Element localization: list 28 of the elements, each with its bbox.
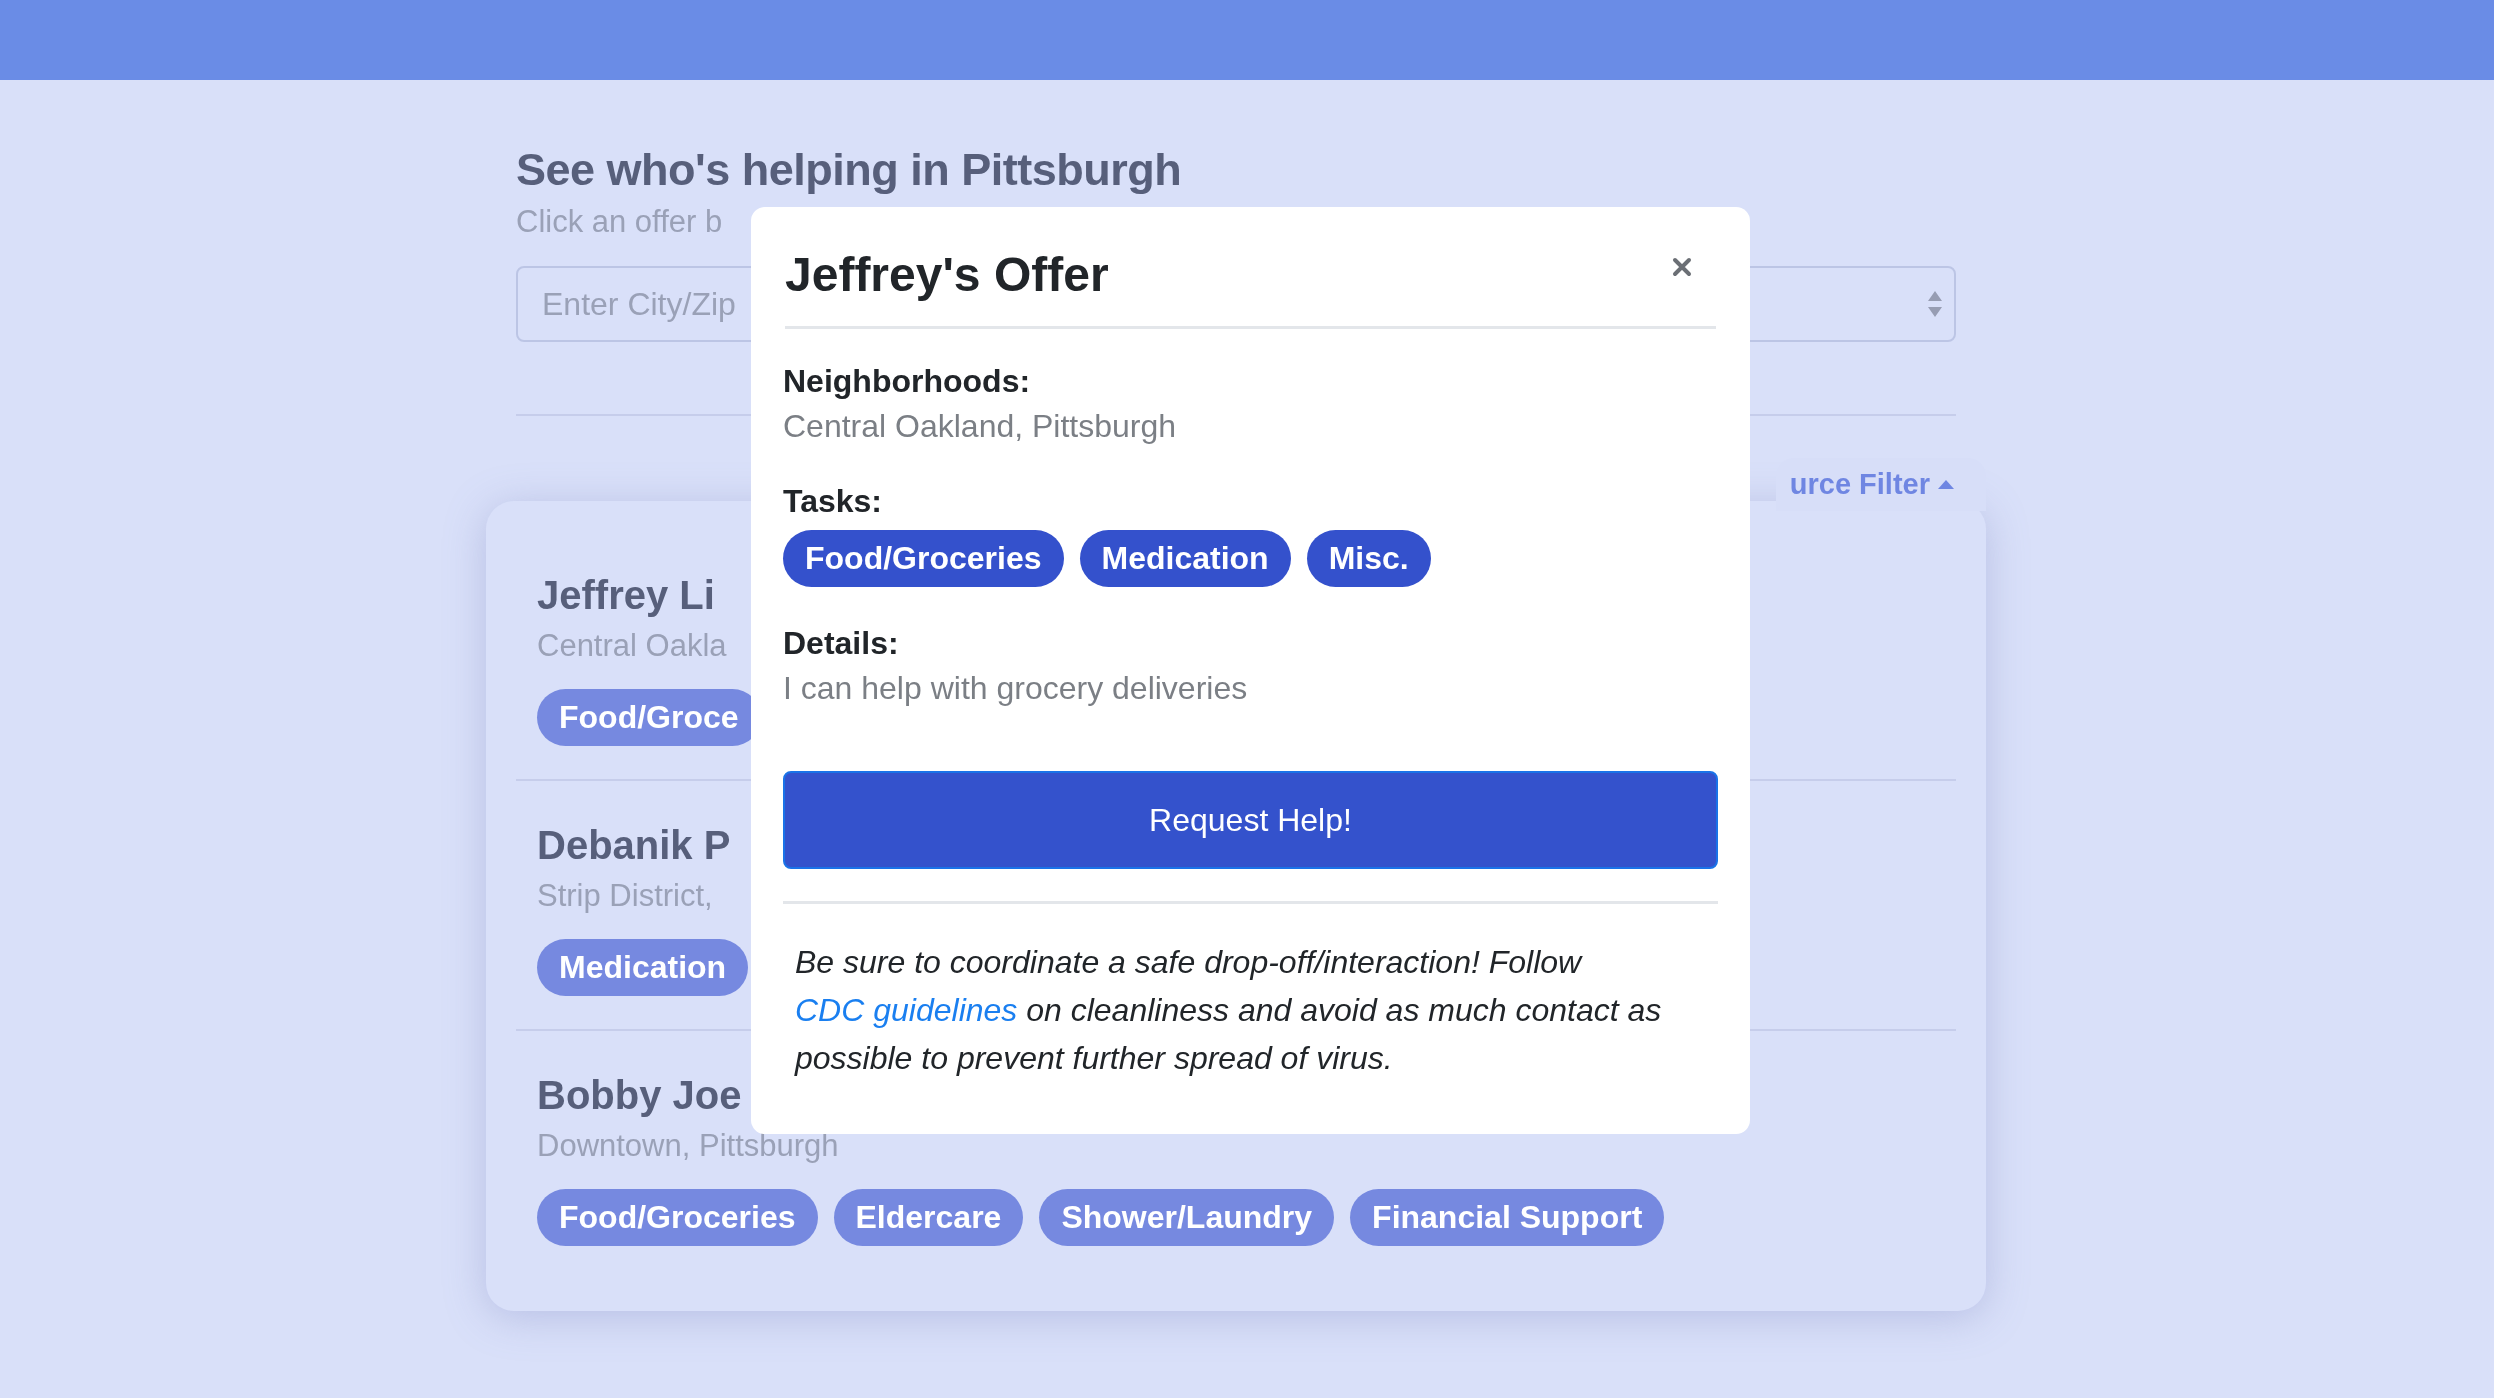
- field-label: Tasks:: [783, 483, 883, 520]
- field-label: Details:: [783, 625, 900, 662]
- offer-location: Central Oakla: [537, 628, 727, 664]
- field-label: Neighborhoods:: [783, 363, 1032, 400]
- offer-name[interactable]: Jeffrey Li: [537, 573, 715, 618]
- offer-name[interactable]: Bobby Joe: [537, 1073, 742, 1118]
- task-tag: Shower/Laundry: [1039, 1189, 1335, 1246]
- offer-name[interactable]: Debanik P: [537, 823, 731, 868]
- field-value: Central Oakland, Pittsburgh: [783, 408, 1178, 445]
- task-tag: Medication: [537, 939, 749, 996]
- request-help-button[interactable]: Request Help!: [783, 771, 1718, 869]
- task-tag: Financial Support: [1350, 1189, 1665, 1246]
- task-tag: Eldercare: [833, 1189, 1024, 1246]
- field-value: I can help with grocery deliveries: [783, 670, 1249, 707]
- safety-note: Be sure to coordinate a safe drop-off/interaction! Follow CDC guidelines on cleanliness and avoid as much contact as possible to prevent further spread of virus.: [795, 943, 1663, 1078]
- task-tag: Food/Groceries: [537, 1189, 818, 1246]
- caret-icon: [1938, 480, 1954, 489]
- page-title: See who's helping in Pittsburgh: [516, 144, 1183, 196]
- up-down-arrows-icon: [1928, 291, 1942, 317]
- dialog-title: Jeffrey's Offer: [785, 247, 1109, 302]
- close-icon[interactable]: [1672, 257, 1692, 277]
- cdc-guidelines-link[interactable]: CDC guidelines: [795, 992, 1018, 1028]
- offer-location: Strip District,: [537, 878, 713, 914]
- task-tag: Medication: [1079, 530, 1291, 587]
- page-subtitle: Click an offer b: [516, 204, 723, 240]
- task-tag: Misc.: [1306, 530, 1431, 587]
- offer-location: Downtown, Pittsburgh: [537, 1128, 839, 1164]
- task-tag: Food/Groceries: [783, 530, 1064, 587]
